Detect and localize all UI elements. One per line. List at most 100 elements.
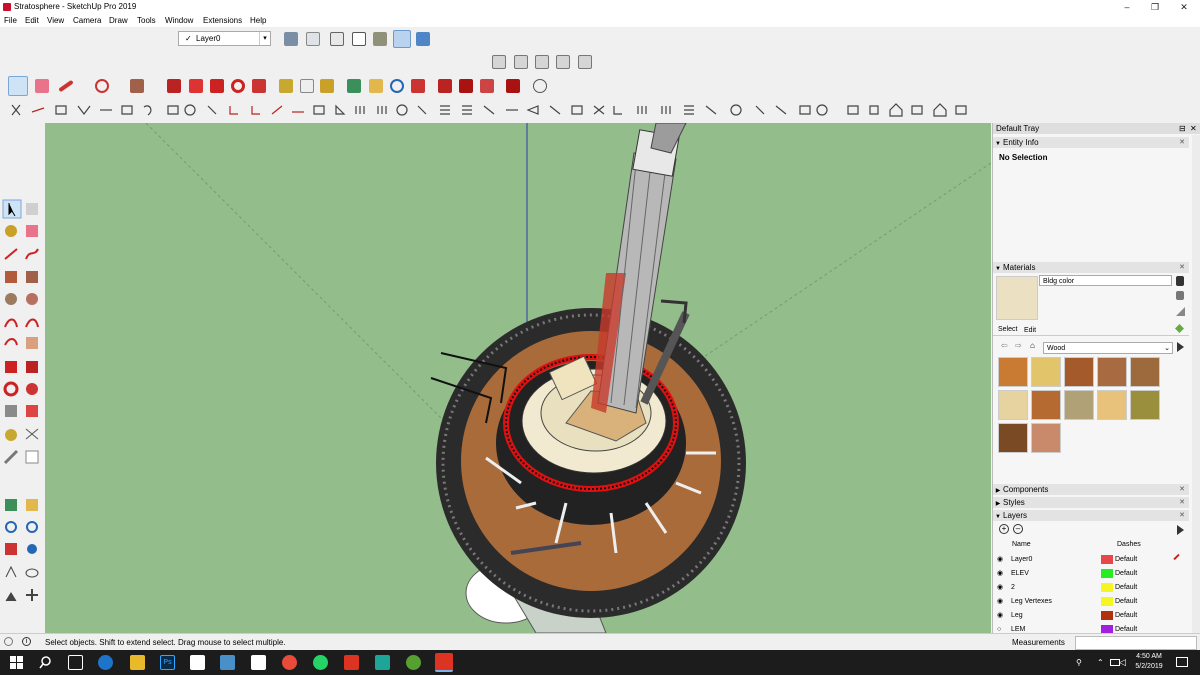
collection-dropdown[interactable]: Wood ⌄ [1043,342,1173,354]
right-view-icon[interactable] [556,55,570,69]
menu-view[interactable]: View [47,16,64,25]
tape-measure-icon[interactable] [279,79,293,93]
eraser-tool-icon[interactable] [26,225,38,237]
tray-chevron-icon[interactable]: ⌃ [1097,658,1104,667]
layer-dashes[interactable]: Default [1115,553,1137,566]
paint-icon[interactable] [5,225,17,237]
material-swatch[interactable] [1031,390,1061,420]
tape-measure-tool-icon[interactable] [5,429,17,441]
details-arrow-icon[interactable] [1177,342,1184,352]
panel-close-icon[interactable]: ✕ [1179,484,1185,495]
layer-color-swatch[interactable] [1101,583,1113,592]
chevron-down-icon[interactable]: ▾ [259,32,270,45]
close-button[interactable]: ✕ [1177,1,1191,13]
layer-row[interactable]: ◉ ELEV Default [993,567,1189,580]
orbit-tool-icon[interactable] [5,499,17,511]
scale-icon[interactable] [252,79,266,93]
store-icon[interactable] [190,655,205,670]
hidden-line-icon[interactable] [352,32,366,46]
network-app-icon[interactable] [220,655,235,670]
menu-file[interactable]: File [4,16,17,25]
utorrent-icon[interactable] [406,655,421,670]
home-icon[interactable]: ⌂ [1030,341,1035,350]
pin-icon[interactable]: ⊟ [1179,123,1186,134]
push-pull-tool-icon[interactable] [26,361,38,373]
rotate-tool-icon[interactable] [3,381,19,397]
tab-select[interactable]: Select [998,326,1017,333]
sample-paint-icon[interactable] [1176,307,1185,316]
text-tool-icon[interactable] [25,450,39,464]
follow-me-tool-icon[interactable] [26,383,38,395]
select-arrow-icon[interactable] [8,76,28,96]
help-icon[interactable]: i [22,637,31,646]
move-tool-icon[interactable] [5,361,17,373]
walk-icon[interactable] [5,592,17,602]
xray-style-icon[interactable] [284,32,298,46]
3ds-max-icon[interactable] [375,655,390,670]
photoshop-icon[interactable]: Ps [160,655,175,670]
wireframe-icon[interactable] [330,32,344,46]
menu-draw[interactable]: Draw [109,16,128,25]
layer-color-swatch[interactable] [1101,555,1113,564]
windows-start-icon[interactable] [9,655,24,670]
move-icon[interactable] [210,79,224,93]
line-tool-icon[interactable] [4,248,18,260]
materials-header[interactable]: ▼ Materials ✕ [993,262,1189,273]
volume-icon[interactable]: ◁ [1119,657,1126,668]
menu-extensions[interactable]: Extensions [203,16,242,25]
previous-view-icon[interactable] [27,544,37,554]
panel-close-icon[interactable]: ✕ [1179,262,1185,273]
zoom-window-icon[interactable] [26,521,38,533]
share-model-icon[interactable] [459,79,473,93]
layer-color-swatch[interactable] [1101,611,1113,620]
orbit-icon[interactable] [347,79,361,93]
arc-tool-icon[interactable] [4,318,18,328]
eyedropper-icon[interactable] [1175,324,1184,333]
layer-row[interactable]: ◉ Leg Vertexes Default [993,595,1189,608]
whatsapp-icon[interactable] [313,655,328,670]
default-material-icon[interactable] [1176,291,1184,300]
entity-info-header[interactable]: ▼ Entity Info ✕ [993,137,1189,148]
material-name-input[interactable]: Bldg color [1039,275,1172,286]
material-swatch[interactable] [1064,357,1094,387]
layer-dashes[interactable]: Default [1115,595,1137,608]
material-swatch[interactable] [1031,357,1061,387]
clock-date[interactable]: 5/2/2019 [1130,663,1168,670]
menu-help[interactable]: Help [250,16,266,25]
mail-icon[interactable] [251,655,266,670]
rectangle-tool-icon[interactable] [5,271,17,283]
panel-close-icon[interactable]: ✕ [1179,510,1185,521]
layer-name[interactable]: 2 [1011,581,1015,594]
model-viewport[interactable] [45,123,991,633]
visibility-eye-icon[interactable]: ◉ [997,553,1003,566]
layer-row[interactable]: ◉ Layer0 Default [993,553,1189,566]
select-tool-icon[interactable] [2,199,22,219]
ruby-console-icon[interactable] [506,79,520,93]
look-around-icon[interactable] [25,568,39,578]
shaded-icon[interactable] [373,32,387,46]
material-swatch[interactable] [1130,390,1160,420]
position-camera-icon[interactable] [5,565,17,578]
maximize-button[interactable]: ❐ [1148,1,1162,13]
tray-close-icon[interactable]: ✕ [1190,123,1197,134]
material-swatch[interactable] [1097,390,1127,420]
back-view-icon[interactable] [578,55,592,69]
3d-warehouse-icon[interactable] [438,79,452,93]
search-icon[interactable] [38,655,53,670]
component-icon[interactable] [26,203,38,215]
panel-close-icon[interactable]: ✕ [1179,497,1185,508]
layer-dashes[interactable]: Default [1115,567,1137,580]
layer-dashes[interactable]: Default [1115,609,1137,622]
forward-icon[interactable]: ⇨ [1015,341,1022,350]
layer-row[interactable]: ◉ 2 Default [993,581,1189,594]
offset-icon[interactable] [26,405,38,417]
extension-warehouse-icon[interactable] [480,79,494,93]
layer-color-swatch[interactable] [1101,597,1113,606]
material-swatch[interactable] [998,390,1028,420]
monochrome-icon[interactable] [416,32,430,46]
layer-row[interactable]: ○ LEM Default [993,623,1189,633]
shaded-textures-icon[interactable] [393,30,411,48]
notifications-icon[interactable] [1176,657,1188,667]
layer-color-swatch[interactable] [1101,569,1113,578]
top-view-icon[interactable] [514,55,528,69]
